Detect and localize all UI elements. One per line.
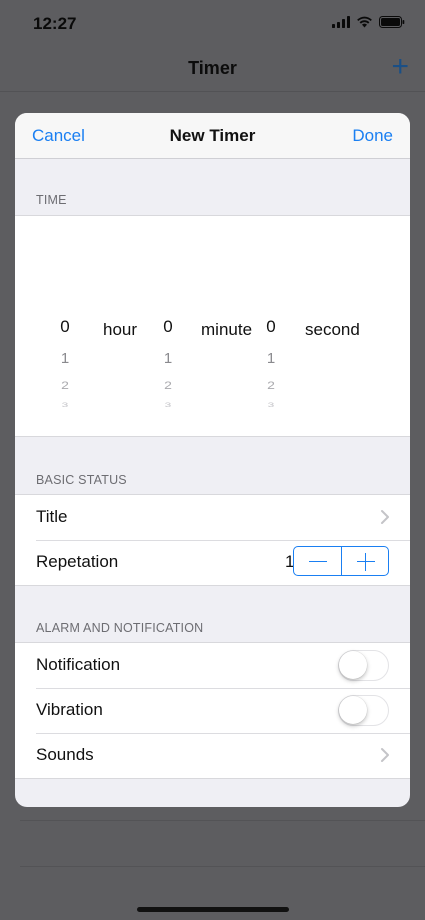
repetation-row: Repetation 1 — [15, 540, 410, 585]
section-header-time: TIME — [36, 193, 67, 207]
picker-value[interactable]: 1 — [157, 350, 179, 367]
background-title: Timer — [188, 58, 237, 78]
vibration-row: Vibration — [15, 688, 410, 733]
minus-icon — [309, 560, 327, 563]
background-nav-bar: Timer + — [0, 48, 425, 92]
hour-label: hour — [103, 320, 138, 339]
picker-value[interactable]: 2 — [157, 378, 179, 391]
notification-toggle[interactable] — [338, 650, 389, 681]
picker-value-selected[interactable]: 0 — [260, 317, 282, 337]
time-picker[interactable]: 0 1 2 3 hour 0 1 2 3 minute 0 1 2 3 seco… — [15, 215, 410, 437]
home-indicator — [137, 907, 289, 912]
section-header-basic-status: BASIC STATUS — [36, 473, 127, 487]
picker-value[interactable]: 1 — [260, 350, 282, 367]
second-label: second — [305, 320, 360, 339]
status-icons — [332, 16, 405, 28]
picker-value-selected[interactable]: 0 — [54, 317, 76, 337]
chevron-right-icon — [381, 748, 389, 762]
repetation-stepper[interactable] — [293, 546, 389, 576]
picker-value[interactable]: 2 — [260, 378, 282, 391]
vibration-toggle[interactable] — [338, 695, 389, 726]
done-button[interactable]: Done — [352, 126, 393, 146]
basic-status-group: Title Repetation 1 — [15, 494, 410, 586]
sounds-row[interactable]: Sounds — [15, 733, 410, 778]
sheet-title: New Timer — [169, 126, 256, 145]
chevron-right-icon — [381, 510, 389, 524]
status-time: 12:27 — [33, 14, 77, 33]
picker-value[interactable]: 3 — [54, 401, 76, 409]
picker-value[interactable]: 3 — [157, 401, 179, 409]
notification-label: Notification — [36, 655, 121, 674]
sheet-nav-bar: Cancel New Timer Done — [15, 113, 410, 159]
status-bar: 12:27 — [0, 0, 425, 48]
repetation-label: Repetation — [36, 552, 119, 571]
alarm-group: Notification Vibration Sounds — [15, 642, 410, 779]
picker-value[interactable]: 3 — [260, 401, 282, 409]
toggle-knob — [339, 651, 367, 679]
title-row[interactable]: Title — [15, 495, 410, 540]
sounds-label: Sounds — [36, 745, 94, 764]
section-header-alarm: ALARM AND NOTIFICATION — [36, 621, 204, 635]
plus-icon[interactable]: + — [391, 52, 409, 82]
picker-value[interactable]: 2 — [54, 378, 76, 391]
battery-icon — [379, 16, 405, 28]
title-label: Title — [36, 507, 68, 526]
wifi-icon — [357, 16, 372, 28]
vibration-label: Vibration — [36, 700, 103, 719]
new-timer-sheet: Cancel New Timer Done TIME 0 1 2 3 hour … — [15, 113, 410, 807]
picker-value[interactable]: 1 — [54, 350, 76, 367]
minute-label: minute — [201, 320, 253, 339]
picker-value-selected[interactable]: 0 — [157, 317, 179, 337]
signal-icon — [332, 16, 350, 28]
decrement-button[interactable] — [294, 547, 341, 575]
toggle-knob — [339, 696, 367, 724]
notification-row: Notification — [15, 643, 410, 688]
increment-button[interactable] — [340, 547, 389, 575]
